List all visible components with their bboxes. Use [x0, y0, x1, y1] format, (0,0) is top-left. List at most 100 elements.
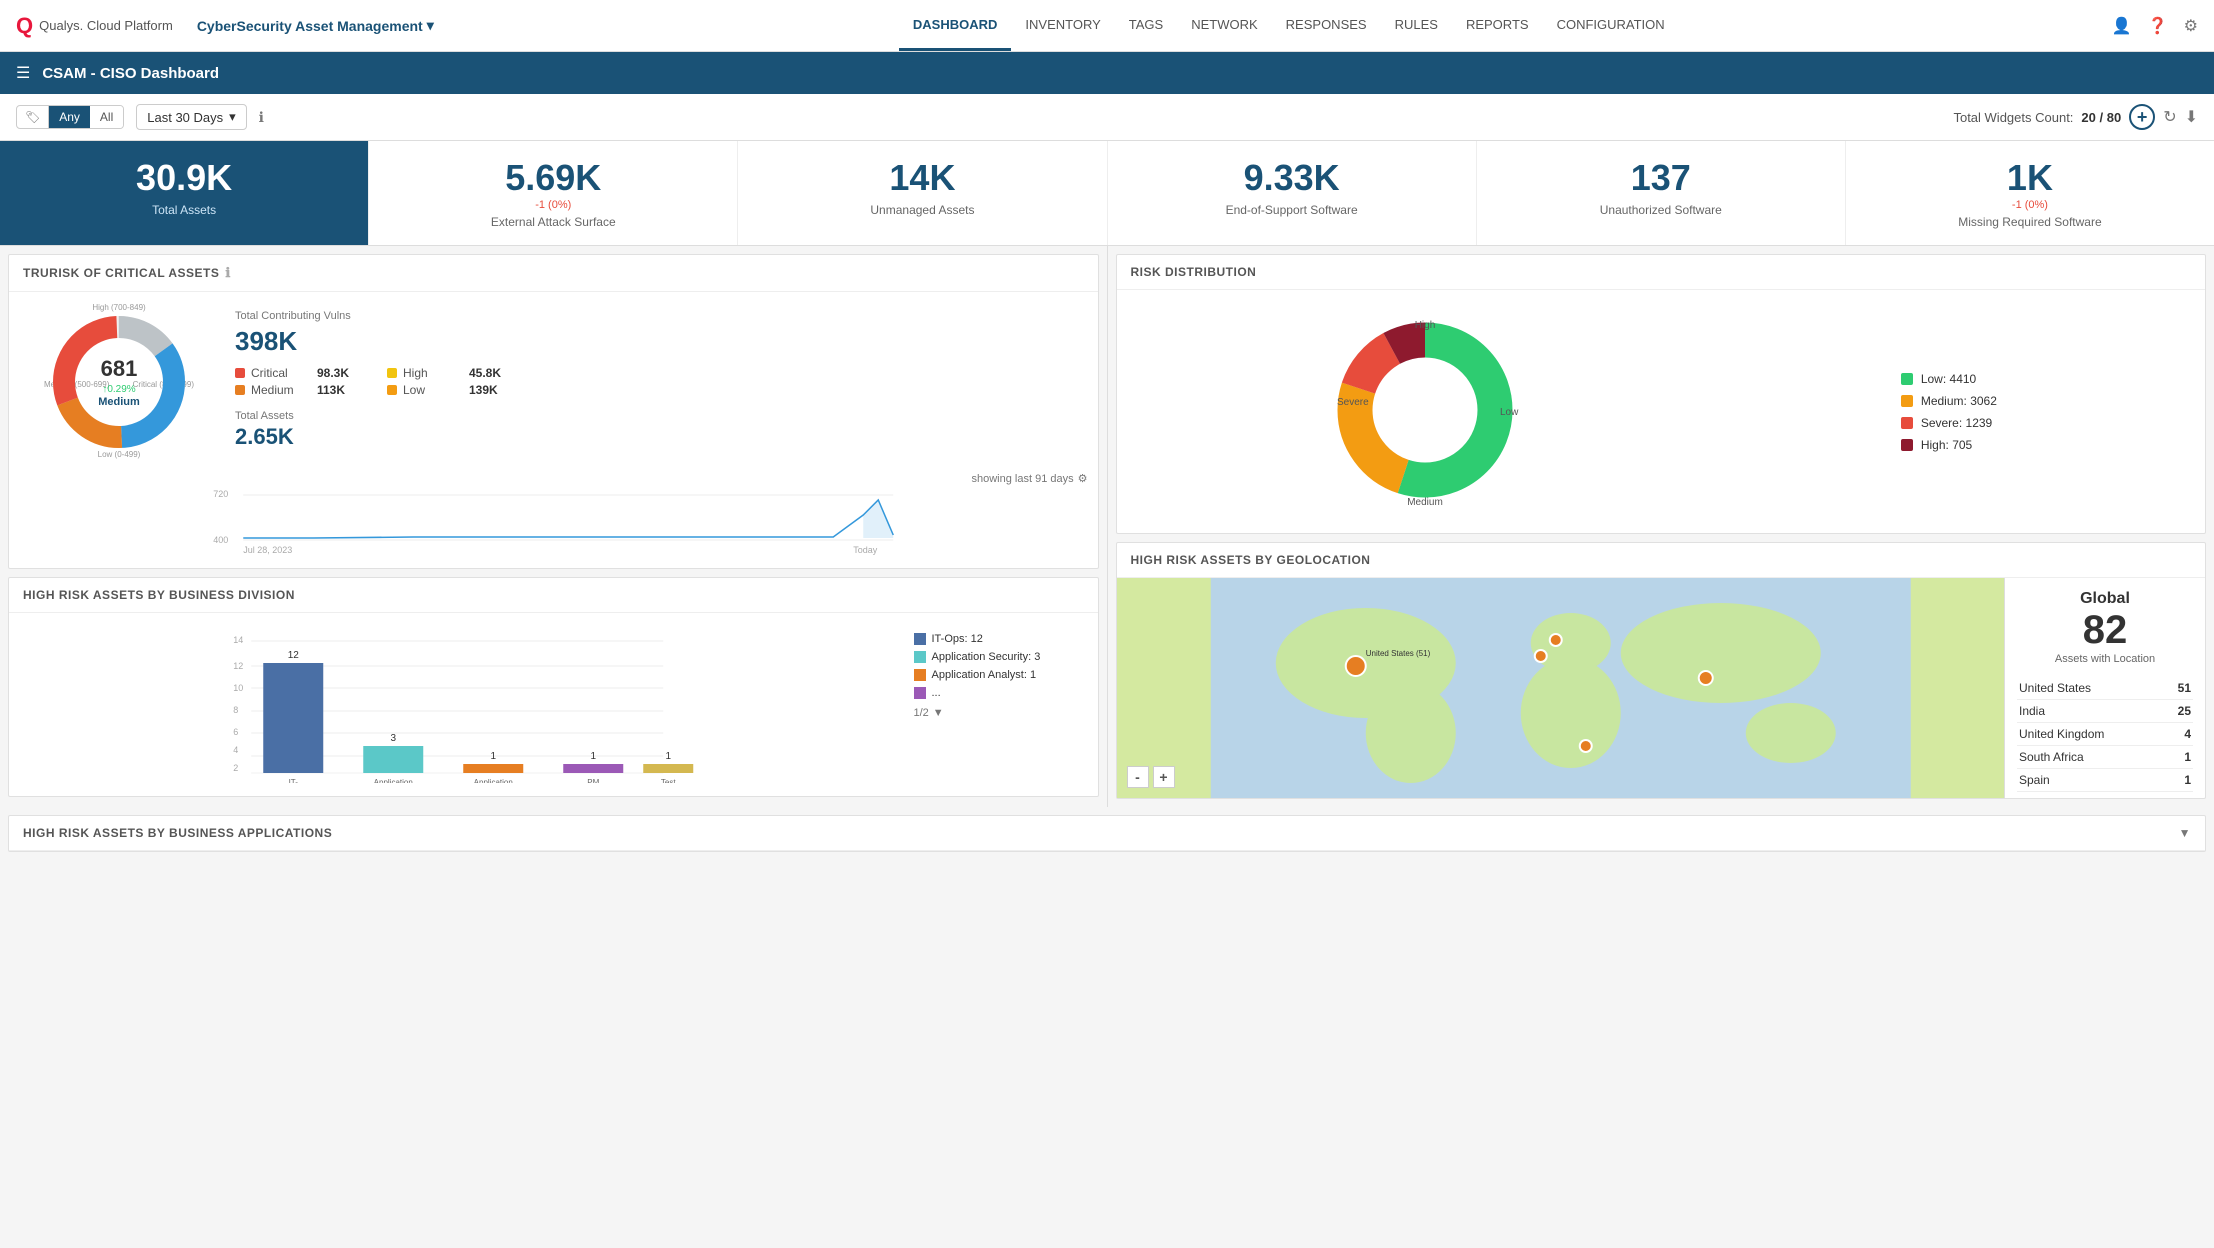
summary-card-eos[interactable]: 9.33K End-of-Support Software — [1108, 141, 1477, 245]
geo-count-spain: 1 — [2164, 769, 2193, 792]
geo-global-title: Global — [2017, 590, 2193, 608]
chart-settings-icon[interactable]: ⚙ — [1078, 472, 1088, 485]
tag-filter: 🏷 Any All — [16, 105, 124, 129]
trurisk-info-icon[interactable]: ℹ — [225, 265, 230, 281]
pagination[interactable]: 1/2 ▼ — [914, 707, 1074, 719]
summary-card-unmanaged[interactable]: 14K Unmanaged Assets — [738, 141, 1107, 245]
nav-reports[interactable]: REPORTS — [1452, 1, 1543, 51]
pin-uk[interactable] — [1549, 634, 1561, 646]
division-content: 14 12 10 8 6 4 2 — [9, 613, 1098, 796]
svg-text:12: 12 — [288, 650, 300, 661]
help-icon[interactable]: ❓ — [2148, 16, 2168, 36]
legend-severe: Severe: 1239 — [1901, 416, 1997, 430]
geo-count-sa: 1 — [2164, 746, 2193, 769]
critical-name: Critical — [251, 366, 311, 380]
unauthorized-value: 137 — [1497, 157, 1825, 199]
geo-country-uk: United Kingdom — [2017, 723, 2164, 746]
division-bar-chart: 14 12 10 8 6 4 2 — [23, 623, 904, 786]
tag-filter-all[interactable]: All — [90, 106, 123, 128]
tag-filter-icon: 🏷 — [17, 106, 49, 128]
svg-text:Severe: Severe — [1337, 397, 1369, 408]
legend-high-dot — [1901, 439, 1913, 451]
pin-south-africa[interactable] — [1579, 740, 1591, 752]
missing-value: 1K — [1866, 157, 2194, 199]
missing-label: Missing Required Software — [1866, 215, 2194, 229]
bar-app-analyst[interactable] — [463, 764, 523, 773]
line-chart-svg: 720 400 Jul 28, 2023 Today — [19, 485, 1088, 555]
vuln-high: High 45.8K — [387, 366, 519, 380]
settings-icon[interactable]: ⚙ — [2184, 16, 2198, 36]
nav-responses[interactable]: RESPONSES — [1272, 1, 1381, 51]
critical-count: 98.3K — [317, 366, 367, 380]
download-button[interactable]: ⬇ — [2185, 107, 2198, 127]
bar-app-security[interactable] — [363, 746, 423, 773]
svg-text:Application: Application — [374, 778, 413, 783]
low-name: Low — [403, 383, 463, 397]
geo-count-uk: 4 — [2164, 723, 2193, 746]
total-assets-value: 30.9K — [20, 157, 348, 199]
summary-card-external-attack[interactable]: 5.69K -1 (0%) External Attack Surface — [369, 141, 738, 245]
summary-card-missing[interactable]: 1K -1 (0%) Missing Required Software — [1846, 141, 2214, 245]
add-widget-button[interactable]: + — [2129, 104, 2155, 130]
division-bar-svg: 14 12 10 8 6 4 2 — [23, 623, 904, 783]
nav-inventory[interactable]: INVENTORY — [1011, 1, 1114, 51]
app-title[interactable]: CyberSecurity Asset Management ▾ — [197, 17, 434, 34]
bar-it-ops[interactable] — [263, 663, 323, 773]
risk-distribution-header: RISK DISTRIBUTION — [1117, 255, 2206, 290]
legend-medium-label: Medium: 3062 — [1921, 394, 1997, 408]
zoom-in-button[interactable]: + — [1153, 766, 1175, 788]
nav-links: DASHBOARD INVENTORY TAGS NETWORK RESPONS… — [466, 1, 2112, 51]
geo-global-num: 82 — [2017, 608, 2193, 653]
nav-configuration[interactable]: CONFIGURATION — [1543, 1, 1679, 51]
business-apps-panel: HIGH RISK ASSETS BY BUSINESS APPLICATION… — [8, 815, 2206, 852]
geo-row-india[interactable]: India 25 — [2017, 700, 2193, 723]
dashboard-title: CSAM - CISO Dashboard — [42, 65, 219, 82]
left-column: TRURISK OF CRITICAL ASSETS ℹ High (700-8… — [0, 246, 1108, 807]
filter-info-icon[interactable]: ℹ — [259, 109, 264, 126]
tag-filter-any[interactable]: Any — [49, 106, 90, 128]
geo-row-us[interactable]: United States 51 — [2017, 677, 2193, 700]
user-icon[interactable]: 👤 — [2112, 16, 2132, 36]
pin-us[interactable] — [1345, 656, 1365, 676]
geo-row-sa[interactable]: South Africa 1 — [2017, 746, 2193, 769]
geo-country-sa: South Africa — [2017, 746, 2164, 769]
summary-card-unauthorized[interactable]: 137 Unauthorized Software — [1477, 141, 1846, 245]
nav-tags[interactable]: TAGS — [1115, 1, 1177, 51]
geo-row-uk[interactable]: United Kingdom 4 — [2017, 723, 2193, 746]
medium-count: 113K — [317, 383, 367, 397]
nav-dashboard[interactable]: DASHBOARD — [899, 1, 1012, 51]
external-attack-value: 5.69K — [389, 157, 717, 199]
svg-text:2: 2 — [233, 763, 238, 773]
refresh-button[interactable]: ↻ — [2163, 107, 2176, 127]
risk-legend: Low: 4410 Medium: 3062 Severe: 1239 High… — [1901, 372, 1997, 452]
division-panel: HIGH RISK ASSETS BY BUSINESS DIVISION 14… — [8, 577, 1099, 797]
business-apps-toggle[interactable]: ▼ — [2179, 826, 2191, 840]
geo-row-spain[interactable]: Spain 1 — [2017, 769, 2193, 792]
date-filter-label: Last 30 Days — [147, 110, 223, 125]
filter-bar: 🏷 Any All Last 30 Days ▾ ℹ Total Widgets… — [0, 94, 2214, 141]
bar-pm-group[interactable] — [563, 764, 623, 773]
summary-card-total-assets[interactable]: 30.9K Total Assets — [0, 141, 369, 245]
legend-app-security-label: Application Security: 3 — [932, 651, 1041, 663]
risk-distribution-panel: RISK DISTRIBUTION — [1116, 254, 2207, 534]
svg-text:Medium: Medium — [98, 396, 140, 408]
nav-network[interactable]: NETWORK — [1177, 1, 1271, 51]
zoom-out-button[interactable]: - — [1127, 766, 1149, 788]
date-filter[interactable]: Last 30 Days ▾ — [136, 104, 246, 130]
geo-header: HIGH RISK ASSETS BY GEOLOCATION — [1117, 543, 2206, 578]
legend-app-security: Application Security: 3 — [914, 651, 1074, 663]
svg-text:Test: Test — [661, 778, 676, 783]
high-name: High — [403, 366, 463, 380]
assets-total: 2.65K — [235, 424, 1088, 450]
sidebar-toggle-icon[interactable]: ☰ — [16, 63, 30, 83]
pin-india[interactable] — [1698, 671, 1712, 685]
risk-distribution-content: High Low Medium Severe Low: 4410 Medium:… — [1117, 290, 2206, 533]
legend-high: High: 705 — [1901, 438, 1997, 452]
pin-spain[interactable] — [1534, 650, 1546, 662]
legend-severe-dot — [1901, 417, 1913, 429]
bar-test[interactable] — [643, 764, 693, 773]
medium-name: Medium — [251, 383, 311, 397]
nav-rules[interactable]: RULES — [1381, 1, 1452, 51]
total-assets-label: Total Assets — [20, 203, 348, 217]
svg-text:Medium: Medium — [1407, 497, 1443, 508]
